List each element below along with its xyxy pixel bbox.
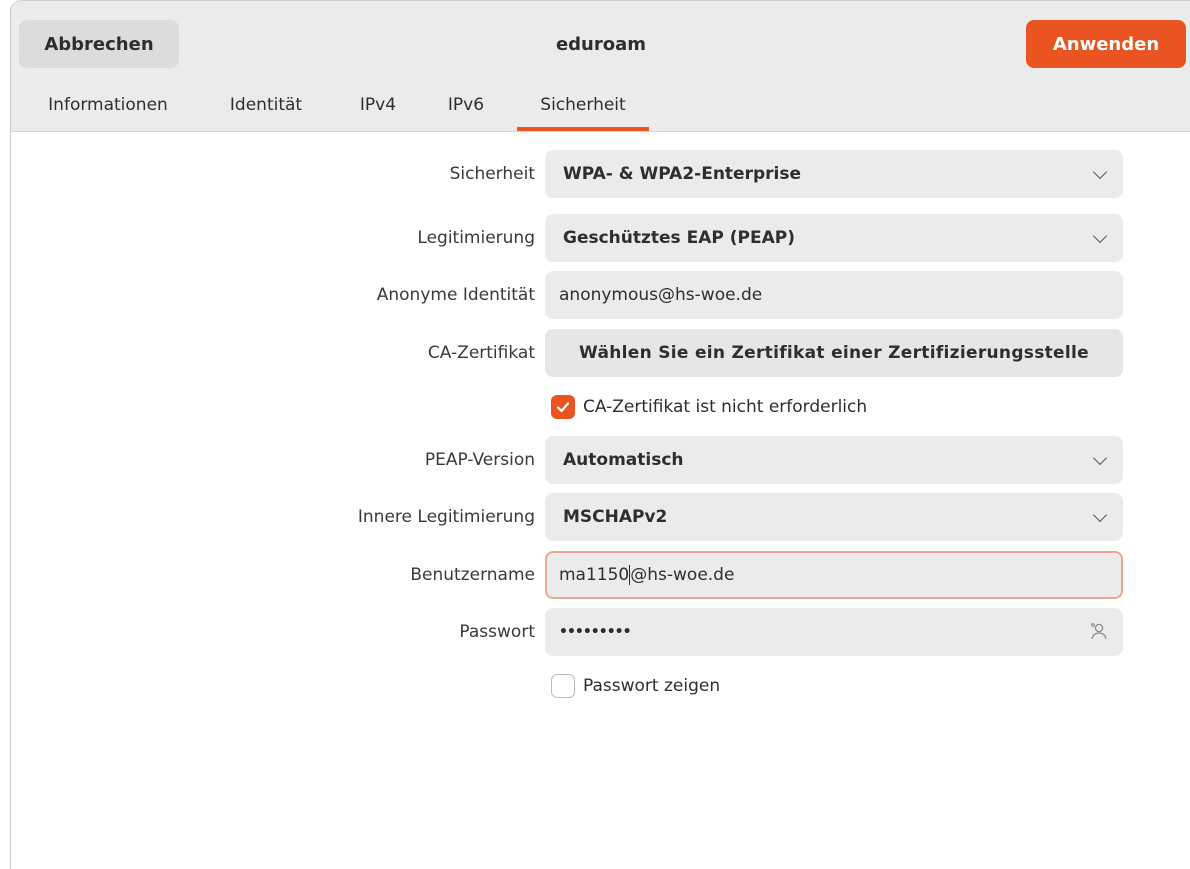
security-dropdown[interactable]: WPA- & WPA2-Enterprise: [545, 150, 1123, 198]
password-value: •••••••••: [559, 624, 632, 640]
user-options-icon[interactable]: [1087, 620, 1111, 644]
chevron-down-icon: [1092, 164, 1108, 180]
ca-not-required-checkbox[interactable]: [551, 395, 575, 419]
security-value: WPA- & WPA2-Enterprise: [563, 164, 801, 184]
authentication-value: Geschütztes EAP (PEAP): [563, 228, 795, 248]
inner-auth-label: Innere Legitimierung: [357, 507, 535, 527]
cancel-button[interactable]: Abbrechen: [19, 20, 179, 68]
peap-version-label: PEAP-Version: [424, 450, 535, 470]
tab-ipv4[interactable]: IPv4: [343, 81, 413, 129]
username-value-start: ma1150: [559, 565, 630, 585]
inner-auth-value: MSCHAPv2: [563, 507, 668, 527]
security-label: Sicherheit: [449, 164, 535, 184]
connection-dialog: Abbrechen eduroam Anwenden Informationen…: [10, 0, 1190, 869]
username-label: Benutzername: [410, 565, 535, 585]
peap-version-dropdown[interactable]: Automatisch: [545, 436, 1123, 484]
apply-button[interactable]: Anwenden: [1026, 20, 1186, 68]
chevron-down-icon: [1092, 228, 1108, 244]
peap-version-value: Automatisch: [563, 450, 684, 470]
checkmark-icon: [556, 402, 570, 413]
ca-certificate-label: CA-Zertifikat: [427, 343, 535, 363]
chevron-down-icon: [1092, 507, 1108, 523]
password-label: Passwort: [459, 622, 535, 642]
chevron-down-icon: [1092, 450, 1108, 466]
header-bar: Abbrechen eduroam Anwenden: [11, 1, 1190, 87]
username-value-end: @hs-woe.de: [630, 565, 735, 585]
show-password-label: Passwort zeigen: [583, 676, 721, 696]
ca-certificate-button[interactable]: Wählen Sie ein Zertifikat einer Zertifiz…: [545, 329, 1123, 377]
show-password-checkbox[interactable]: [551, 674, 575, 698]
anonymous-identity-value: anonymous@hs-woe.de: [559, 285, 763, 305]
anonymous-identity-label: Anonyme Identität: [376, 285, 535, 305]
tab-bar: Informationen Identität IPv4 IPv6 Sicher…: [11, 81, 1190, 132]
authentication-label: Legitimierung: [417, 228, 535, 248]
inner-auth-dropdown[interactable]: MSCHAPv2: [545, 493, 1123, 541]
ca-not-required-label: CA-Zertifikat ist nicht erforderlich: [583, 397, 868, 417]
tab-identitaet[interactable]: Identität: [211, 81, 321, 129]
ca-not-required-checkbox-row[interactable]: CA-Zertifikat ist nicht erforderlich: [551, 392, 867, 422]
username-input[interactable]: ma1150 @hs-woe.de: [545, 551, 1123, 599]
password-input[interactable]: •••••••••: [545, 608, 1123, 656]
anonymous-identity-input[interactable]: anonymous@hs-woe.de: [545, 271, 1123, 319]
dialog-title: eduroam: [555, 33, 647, 55]
authentication-dropdown[interactable]: Geschütztes EAP (PEAP): [545, 214, 1123, 262]
tab-informationen[interactable]: Informationen: [23, 81, 193, 129]
show-password-checkbox-row[interactable]: Passwort zeigen: [551, 671, 720, 701]
tab-sicherheit[interactable]: Sicherheit: [517, 81, 649, 131]
tab-ipv6[interactable]: IPv6: [431, 81, 501, 129]
